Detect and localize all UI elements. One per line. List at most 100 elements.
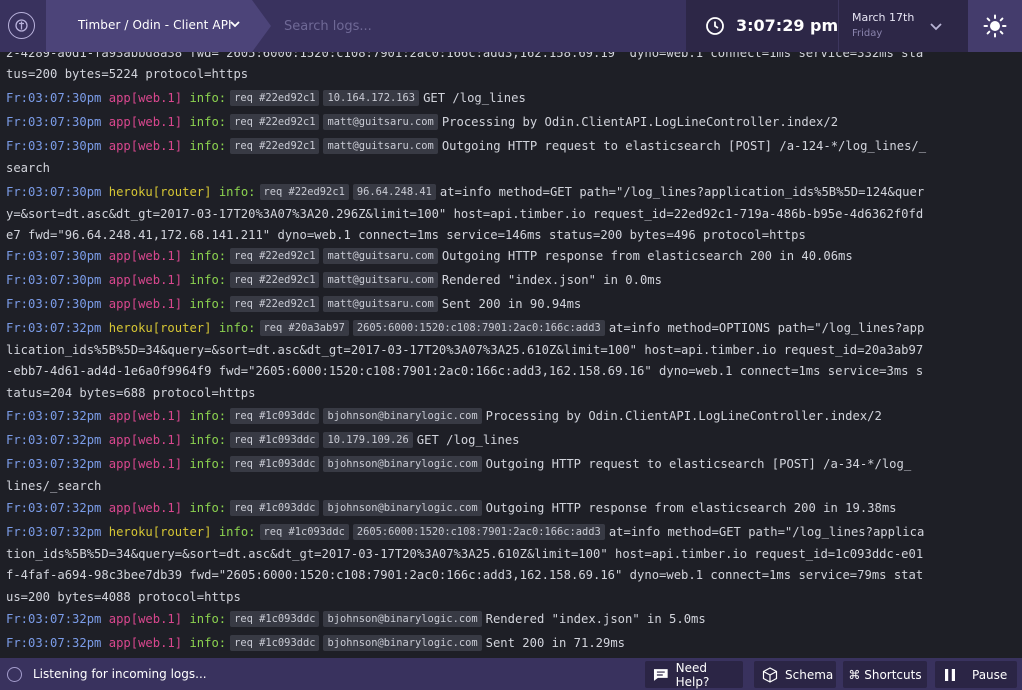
context-badge[interactable]: bjohnson@binarylogic.com [323, 408, 482, 424]
log-line[interactable]: Fr:03:07:30pm app[web.1] info: req #22ed9… [0, 112, 1022, 134]
log-source: app[web.1] [108, 139, 183, 153]
log-message: Outgoing HTTP response from elasticsearc… [441, 249, 853, 263]
time-range-selector[interactable]: 3:07:29 pm March 17th Friday [686, 0, 968, 52]
context-badge[interactable]: matt@guitsaru.com [323, 114, 438, 130]
log-message: Processing by Odin.ClientAPI.LogLineCont… [441, 115, 839, 129]
log-line[interactable]: Fr:03:07:32pm app[web.1] info: req #1c093… [0, 406, 1022, 428]
log-message-continuation: search [6, 160, 51, 175]
log-message: Sent 200 in 71.29ms [485, 636, 626, 650]
context-badge[interactable]: 96.64.248.41 [352, 184, 436, 200]
request-id-badge[interactable]: req #1c093ddc [230, 500, 320, 516]
log-timestamp: Fr:03:07:32pm [6, 636, 102, 650]
timber-logo[interactable] [8, 12, 35, 39]
log-line[interactable]: Fr:03:07:32pm heroku[router] info: req #1… [0, 522, 1022, 608]
log-message-continuation: tatus=204 bytes=688 protocol=https [6, 385, 256, 400]
logo-icon [15, 19, 28, 32]
context-badge[interactable]: 10.164.172.163 [323, 90, 420, 106]
log-source: app[web.1] [108, 297, 183, 311]
context-badge[interactable]: matt@guitsaru.com [323, 272, 438, 288]
log-level: info: [218, 185, 256, 199]
request-id-badge[interactable]: req #1c093ddc [230, 456, 320, 472]
log-timestamp: Fr:03:07:30pm [6, 185, 102, 199]
app-selector[interactable]: Timber / Odin - Client API [46, 0, 271, 52]
clock-icon [706, 17, 724, 35]
log-source: app[web.1] [108, 501, 183, 515]
schema-button[interactable]: Schema [754, 661, 836, 688]
context-badge[interactable]: bjohnson@binarylogic.com [323, 456, 482, 472]
log-message: at=info method=GET path="/log_lines?appl… [439, 185, 925, 199]
log-line[interactable]: Fr:03:07:30pm heroku[router] info: req #2… [0, 182, 1022, 247]
context-badge[interactable]: 10.179.109.26 [323, 432, 413, 448]
log-level: info: [189, 139, 227, 153]
current-time: 3:07:29 pm [736, 16, 839, 35]
log-timestamp: Fr:03:07:30pm [6, 115, 102, 129]
request-id-badge[interactable]: req #1c093ddc [230, 408, 320, 424]
log-message-continuation: tion_ids%5B%5D=34&query=&sort=dt.asc&dt_… [6, 546, 924, 561]
request-id-badge[interactable]: req #22ed92c1 [230, 248, 320, 264]
context-badge[interactable]: 2605:6000:1520:c108:7901:2ac0:166c:add3 [352, 524, 605, 540]
request-id-badge[interactable]: req #22ed92c1 [230, 272, 320, 288]
log-level: info: [218, 321, 256, 335]
context-badge[interactable]: 2605:6000:1520:c108:7901:2ac0:166c:add3 [352, 320, 605, 336]
theme-toggle-button[interactable] [968, 0, 1022, 52]
log-source: app[web.1] [108, 457, 183, 471]
log-source: app[web.1] [108, 636, 183, 650]
log-source: heroku[router] [108, 185, 212, 199]
log-line[interactable]: Fr:03:07:30pm app[web.1] info: req #22ed9… [0, 246, 1022, 268]
log-line[interactable]: Fr:03:07:32pm app[web.1] info: req #1c093… [0, 454, 1022, 497]
log-source: heroku[router] [108, 321, 212, 335]
request-id-badge[interactable]: req #22ed92c1 [230, 296, 320, 312]
log-timestamp: Fr:03:07:32pm [6, 525, 102, 539]
schema-label: Schema [785, 667, 834, 682]
log-timestamp: Fr:03:07:32pm [6, 457, 102, 471]
request-id-badge[interactable]: req #1c093ddc [259, 524, 349, 540]
log-level: info: [189, 409, 227, 423]
context-badge[interactable]: matt@guitsaru.com [323, 138, 438, 154]
request-id-badge[interactable]: req #1c093ddc [230, 432, 320, 448]
log-message: Outgoing HTTP response from elasticsearc… [485, 501, 897, 515]
log-line[interactable]: Fr:03:07:32pm app[web.1] info: req #1c093… [0, 609, 1022, 631]
request-id-badge[interactable]: req #22ed92c1 [259, 184, 349, 200]
log-timestamp: Fr:03:07:30pm [6, 273, 102, 287]
request-id-badge[interactable]: req #1c093ddc [230, 635, 320, 651]
log-line[interactable]: Fr:03:07:32pm app[web.1] info: req #1c093… [0, 498, 1022, 520]
log-source: app[web.1] [108, 433, 183, 447]
log-level: info: [189, 501, 227, 515]
request-id-badge[interactable]: req #22ed92c1 [230, 90, 320, 106]
shortcuts-button[interactable]: ⌘ Shortcuts [843, 661, 927, 688]
status-bar: Listening for incoming logs... Need Help… [0, 658, 1022, 690]
log-line[interactable]: Fr:03:07:30pm app[web.1] info: req #22ed9… [0, 136, 1022, 179]
clock-divider [838, 0, 839, 52]
log-line[interactable]: Fr:03:07:32pm app[web.1] info: req #1c093… [0, 633, 1022, 655]
context-badge[interactable]: bjohnson@binarylogic.com [323, 611, 482, 627]
log-line[interactable]: Fr:03:07:30pm app[web.1] info: req #22ed9… [0, 270, 1022, 292]
log-timestamp: Fr:03:07:32pm [6, 409, 102, 423]
log-source: heroku[router] [108, 525, 212, 539]
context-badge[interactable]: bjohnson@binarylogic.com [323, 635, 482, 651]
log-line[interactable]: Fr:03:07:32pm app[web.1] info: req #1c093… [0, 430, 1022, 452]
context-badge[interactable]: matt@guitsaru.com [323, 248, 438, 264]
sun-icon [983, 14, 1007, 38]
log-message: Outgoing HTTP request to elasticsearch [… [485, 457, 912, 471]
context-badge[interactable]: bjohnson@binarylogic.com [323, 500, 482, 516]
need-help-button[interactable]: Need Help? [645, 661, 743, 689]
log-source: app[web.1] [108, 273, 183, 287]
pause-button[interactable]: Pause [935, 661, 1017, 688]
log-message: Rendered "index.json" in 0.0ms [441, 273, 662, 287]
log-stream[interactable]: 2-4289-a0d1-fa93abbd8a38 fwd="2605:6000:… [0, 52, 1022, 658]
log-message: at=info method=OPTIONS path="/log_lines?… [608, 321, 925, 335]
log-source: app[web.1] [108, 91, 183, 105]
search-input[interactable] [276, 10, 666, 42]
request-id-badge[interactable]: req #22ed92c1 [230, 114, 320, 130]
request-id-badge[interactable]: req #1c093ddc [230, 611, 320, 627]
log-message: Sent 200 in 90.94ms [441, 297, 582, 311]
request-id-badge[interactable]: req #20a3ab97 [259, 320, 349, 336]
log-line[interactable]: Fr:03:07:30pm app[web.1] info: req #22ed9… [0, 294, 1022, 316]
context-badge[interactable]: matt@guitsaru.com [323, 296, 438, 312]
log-timestamp: Fr:03:07:30pm [6, 139, 102, 153]
request-id-badge[interactable]: req #22ed92c1 [230, 138, 320, 154]
log-timestamp: Fr:03:07:32pm [6, 321, 102, 335]
log-message-continuation: -ebb7-4d61-ad4d-1e6a0f9964f9 fwd="2605:6… [6, 364, 924, 378]
log-line[interactable]: Fr:03:07:32pm heroku[router] info: req #2… [0, 318, 1022, 404]
log-line[interactable]: Fr:03:07:30pm app[web.1] info: req #22ed9… [0, 88, 1022, 110]
